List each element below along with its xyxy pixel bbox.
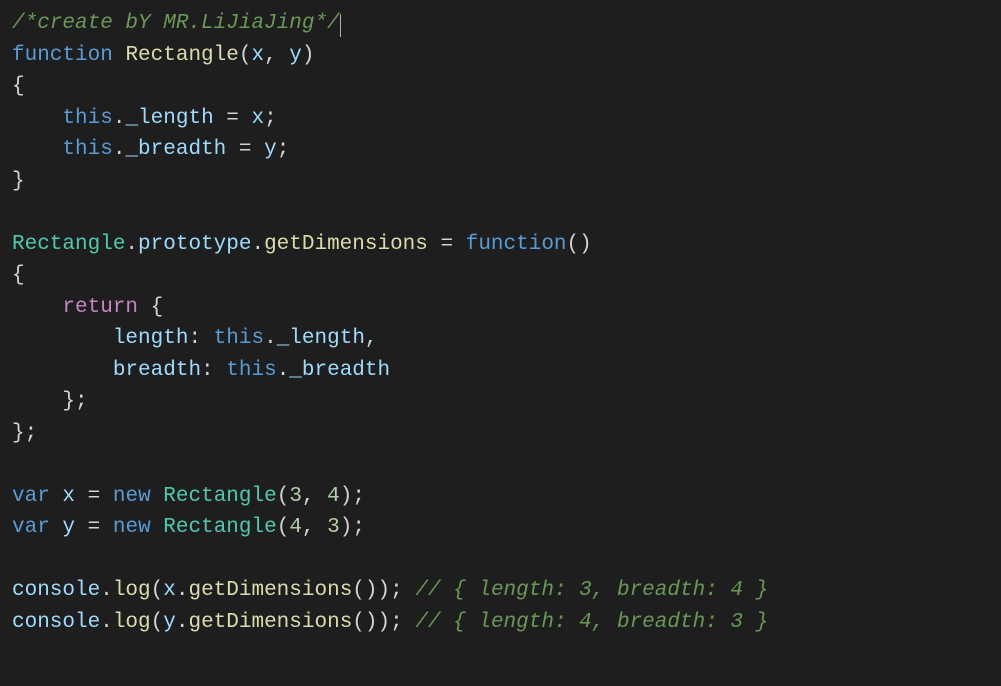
method-name: log [113, 611, 151, 634]
paren-close: ) [302, 44, 315, 67]
text-cursor [340, 14, 341, 37]
method-name: log [113, 579, 151, 602]
this-keyword: this [226, 359, 276, 382]
brace-close: }; [12, 422, 37, 445]
console-object: console [12, 579, 100, 602]
dot: . [176, 579, 189, 602]
dot: . [264, 327, 277, 350]
paren-open: ( [277, 516, 290, 539]
class-name: Rectangle [163, 516, 276, 539]
comma: , [302, 516, 327, 539]
function-name: Rectangle [125, 44, 238, 67]
equals: = [441, 233, 454, 256]
method-name: getDimensions [188, 611, 352, 634]
colon: : [188, 327, 201, 350]
variable: x [163, 579, 176, 602]
equals: = [226, 107, 239, 130]
comma: , [264, 44, 289, 67]
paren-open: ( [151, 611, 164, 634]
equals: = [88, 485, 101, 508]
property: _length [125, 107, 213, 130]
variable: x [252, 107, 265, 130]
dot: . [113, 107, 126, 130]
property: _breadth [125, 138, 226, 161]
comment: // { length: 4, breadth: 3 } [415, 611, 768, 634]
class-name: Rectangle [163, 485, 276, 508]
semicolon: ; [264, 107, 277, 130]
brace-close: } [12, 170, 25, 193]
console-object: console [12, 611, 100, 634]
param: x [251, 44, 264, 67]
number-literal: 4 [327, 485, 340, 508]
paren-close: ); [340, 516, 365, 539]
dot: . [100, 579, 113, 602]
brace-open: { [12, 75, 25, 98]
equals: = [88, 516, 101, 539]
number-literal: 3 [327, 516, 340, 539]
brace-open: { [151, 296, 164, 319]
colon: : [201, 359, 214, 382]
number-literal: 3 [289, 485, 302, 508]
comment: // { length: 3, breadth: 4 } [415, 579, 768, 602]
variable: x [62, 485, 75, 508]
keyword-var: var [12, 485, 50, 508]
prototype: prototype [138, 233, 251, 256]
semicolon: ; [277, 138, 290, 161]
comma: , [365, 327, 378, 350]
parens: ()); [352, 579, 402, 602]
number-literal: 4 [289, 516, 302, 539]
keyword-function: function [12, 44, 113, 67]
keyword-new: new [113, 485, 151, 508]
equals: = [239, 138, 252, 161]
comma: , [302, 485, 327, 508]
property: _length [277, 327, 365, 350]
variable: y [62, 516, 75, 539]
keyword-new: new [113, 516, 151, 539]
object-key: length [113, 327, 189, 350]
paren-close: ); [340, 485, 365, 508]
parens: ()); [352, 611, 402, 634]
keyword-function: function [466, 233, 567, 256]
dot: . [277, 359, 290, 382]
dot: . [176, 611, 189, 634]
this-keyword: this [62, 138, 112, 161]
variable: y [264, 138, 277, 161]
parens: () [567, 233, 592, 256]
this-keyword: this [214, 327, 264, 350]
paren-open: ( [151, 579, 164, 602]
paren-open: ( [239, 44, 252, 67]
brace-close: }; [62, 390, 87, 413]
keyword-var: var [12, 516, 50, 539]
keyword-return: return [62, 296, 138, 319]
param: y [289, 44, 302, 67]
method-name: getDimensions [188, 579, 352, 602]
this-keyword: this [62, 107, 112, 130]
variable: y [163, 611, 176, 634]
class-name: Rectangle [12, 233, 125, 256]
code-editor[interactable]: /*create bY MR.LiJiaJing*/ function Rect… [12, 8, 989, 638]
dot: . [125, 233, 138, 256]
dot: . [251, 233, 264, 256]
dot: . [113, 138, 126, 161]
dot: . [100, 611, 113, 634]
paren-open: ( [277, 485, 290, 508]
brace-open: { [12, 264, 25, 287]
comment: /*create bY MR.LiJiaJing*/ [12, 12, 340, 35]
property: _breadth [289, 359, 390, 382]
object-key: breadth [113, 359, 201, 382]
method-name: getDimensions [264, 233, 428, 256]
